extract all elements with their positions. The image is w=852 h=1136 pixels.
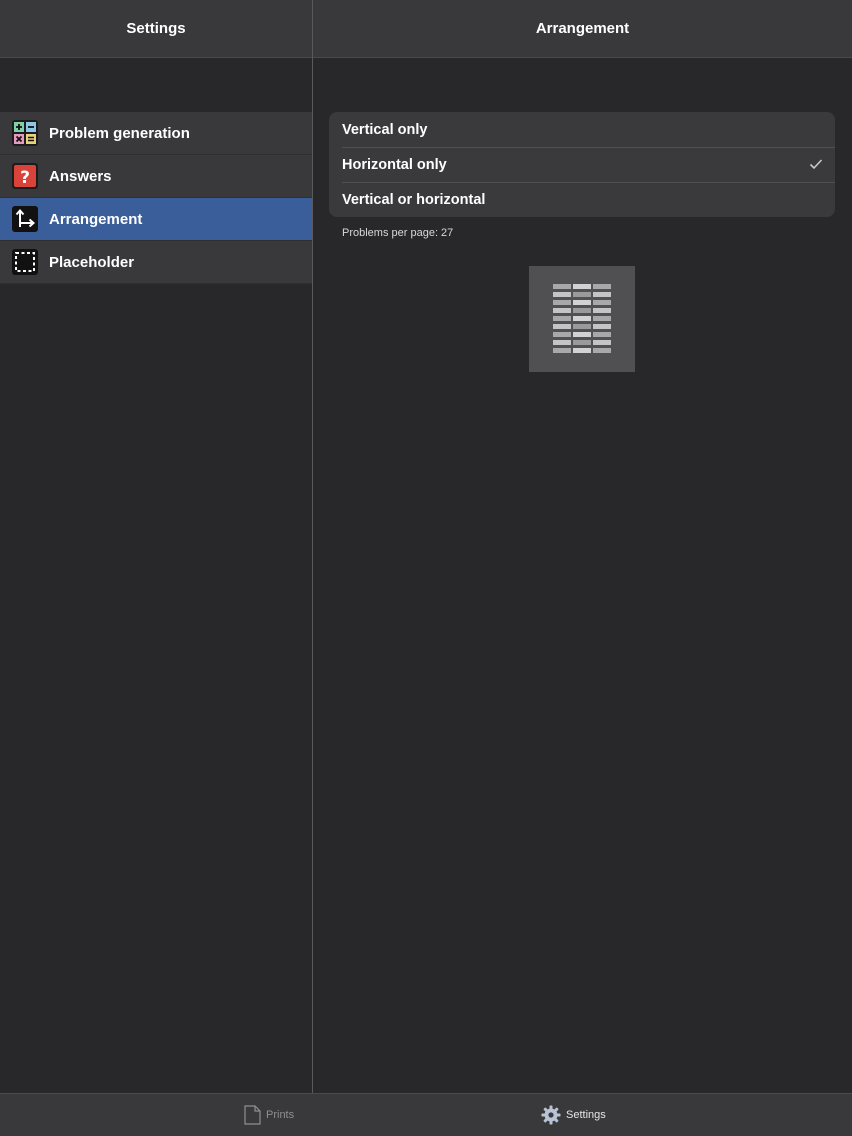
question-mark-icon: ? [12, 163, 38, 189]
menu-item-label: Arrangement [49, 210, 143, 228]
menu-item-label: Placeholder [49, 253, 135, 271]
tab-prints[interactable]: Prints [244, 1094, 294, 1136]
option-vertical-or-horizontal[interactable]: Vertical or horizontal [329, 182, 835, 217]
gear-icon [541, 1105, 561, 1125]
calculator-icon [12, 120, 38, 146]
tab-settings-label: Settings [566, 1109, 606, 1121]
checkmark-icon [809, 159, 823, 170]
menu-item-label: Answers [49, 167, 112, 185]
menu-item-placeholder[interactable]: Placeholder [0, 241, 312, 284]
option-label: Vertical only [342, 121, 428, 138]
dashed-square-icon [12, 249, 38, 275]
arrangement-options-list: Vertical only Horizontal only Vertical o… [329, 112, 835, 217]
option-label: Horizontal only [342, 156, 447, 173]
layout-preview-image [529, 266, 635, 372]
settings-menu: Problem generation ? Answers Arrangement… [0, 112, 312, 284]
option-label: Vertical or horizontal [342, 191, 486, 208]
option-horizontal-only[interactable]: Horizontal only [329, 147, 835, 182]
option-vertical-only[interactable]: Vertical only [329, 112, 835, 147]
settings-title: Settings [126, 20, 186, 37]
settings-nav-bar: Settings [0, 0, 312, 58]
svg-text:?: ? [20, 168, 30, 188]
arrangement-arrows-icon [12, 206, 38, 232]
problems-per-page-text: Problems per page: 27 [342, 227, 454, 239]
menu-item-arrangement[interactable]: Arrangement [0, 198, 312, 241]
document-icon [244, 1105, 261, 1125]
arrangement-title: Arrangement [535, 20, 630, 37]
arrangement-detail-pane: Arrangement Vertical only Horizontal onl… [313, 0, 852, 1093]
settings-master-pane: Settings Problem generation ? Answers Ar… [0, 0, 312, 1093]
tab-settings[interactable]: Settings [541, 1094, 606, 1136]
arrangement-nav-bar: Arrangement [313, 0, 852, 58]
tab-bar: Prints Settings [0, 1093, 852, 1136]
menu-item-answers[interactable]: ? Answers [0, 155, 312, 198]
menu-item-label: Problem generation [49, 124, 190, 142]
menu-item-problem-generation[interactable]: Problem generation [0, 112, 312, 155]
tab-prints-label: Prints [266, 1109, 295, 1121]
app-root: Settings Problem generation ? Answers Ar… [0, 0, 852, 1136]
